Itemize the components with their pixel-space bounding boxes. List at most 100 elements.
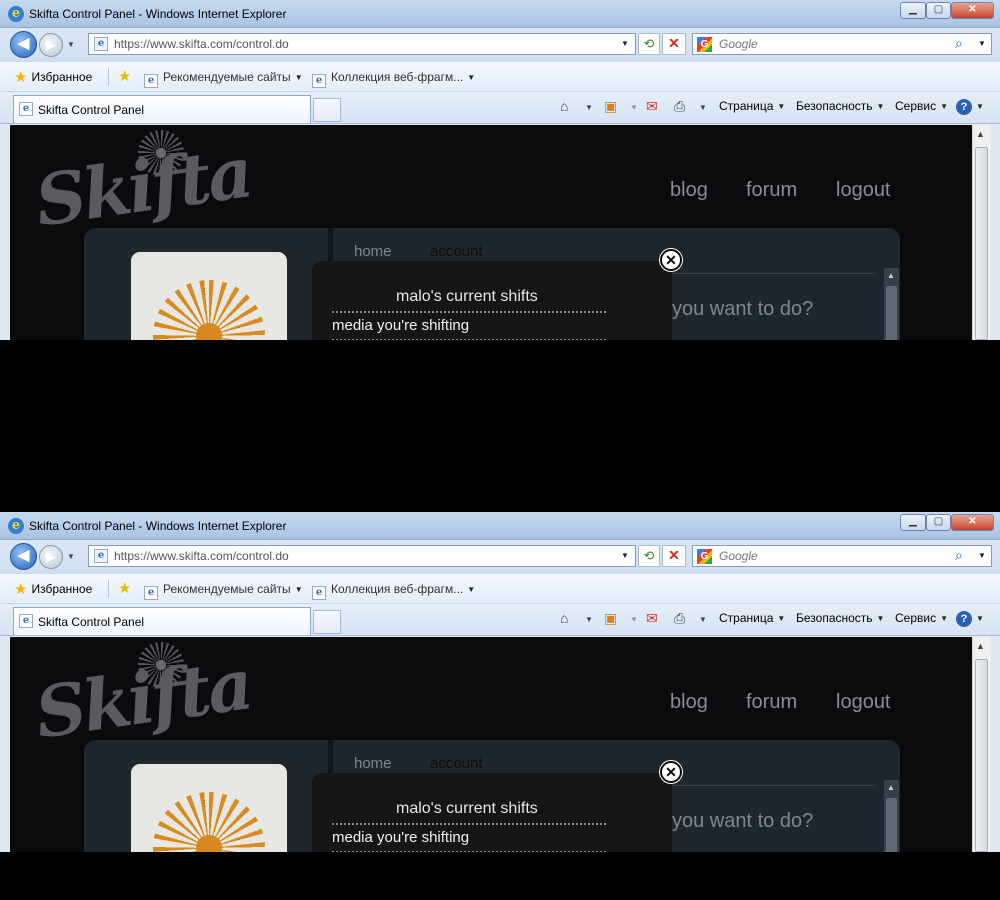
tab-skifta-control-panel[interactable]: e Skifta Control Panel bbox=[13, 95, 311, 123]
refresh-button[interactable]: ⟲ bbox=[638, 33, 660, 55]
feeds-chevron-down-icon[interactable]: ▼ bbox=[630, 103, 638, 112]
current-shifts-popup: malo's current shifts media you're shift… bbox=[312, 261, 672, 340]
web-slices-link[interactable]: e Коллекция веб-фрагм... ▼ bbox=[312, 70, 475, 88]
forward-button[interactable]: ▶ bbox=[39, 33, 63, 57]
search-input[interactable]: Google bbox=[719, 37, 758, 51]
safety-menu[interactable]: Безопасность ▼ bbox=[796, 99, 884, 113]
scroll-thumb[interactable] bbox=[975, 147, 988, 340]
popup-list-item[interactable]: media you're shifting bbox=[332, 317, 469, 334]
avatar[interactable] bbox=[131, 764, 287, 852]
nav-forum-link[interactable]: forum bbox=[746, 179, 797, 202]
print-icon[interactable]: ⎙ bbox=[674, 98, 685, 115]
feeds-chevron-down-icon[interactable]: ▼ bbox=[630, 615, 638, 624]
tools-menu[interactable]: Сервис ▼ bbox=[895, 611, 948, 625]
minimize-button[interactable]: ▁ bbox=[900, 514, 926, 531]
scroll-up-icon[interactable]: ▲ bbox=[887, 271, 895, 280]
close-window-button[interactable]: ✕ bbox=[951, 514, 994, 531]
panel-scrollbar[interactable]: ▲ bbox=[884, 268, 899, 340]
web-slices-label: Коллекция веб-фрагм... bbox=[331, 582, 464, 596]
address-input[interactable]: https://www.skifta.com/control.do bbox=[114, 37, 289, 51]
nav-logout-link[interactable]: logout bbox=[836, 691, 891, 714]
stop-button[interactable]: ✕ bbox=[662, 33, 686, 55]
recent-pages-chevron-down-icon[interactable]: ▼ bbox=[67, 552, 75, 561]
search-options-chevron-down-icon[interactable]: ▼ bbox=[978, 551, 986, 560]
address-bar[interactable]: e https://www.skifta.com/control.do ▼ bbox=[88, 545, 636, 567]
refresh-button[interactable]: ⟲ bbox=[638, 545, 660, 567]
tab-home[interactable]: home bbox=[354, 755, 392, 772]
recent-pages-chevron-down-icon[interactable]: ▼ bbox=[67, 40, 75, 49]
recommended-sites-link[interactable]: e Рекомендуемые сайты ▼ bbox=[144, 70, 303, 88]
mail-icon[interactable]: ✉ bbox=[646, 98, 658, 115]
nav-forum-link[interactable]: forum bbox=[746, 691, 797, 714]
page-scrollbar[interactable]: ▲ bbox=[972, 125, 990, 340]
web-slices-link[interactable]: e Коллекция веб-фрагм... ▼ bbox=[312, 582, 475, 600]
scroll-thumb[interactable] bbox=[886, 286, 897, 340]
popup-list-item[interactable]: media you're shifting bbox=[332, 829, 469, 846]
tab-skifta-control-panel[interactable]: e Skifta Control Panel bbox=[13, 607, 311, 635]
home-icon[interactable]: ⌂ bbox=[560, 610, 568, 626]
address-history-chevron-down-icon[interactable]: ▼ bbox=[621, 551, 629, 560]
print-chevron-down-icon[interactable]: ▼ bbox=[699, 615, 707, 624]
recommended-sites-link[interactable]: e Рекомендуемые сайты ▼ bbox=[144, 582, 303, 600]
safety-menu[interactable]: Безопасность ▼ bbox=[796, 611, 884, 625]
search-box[interactable]: G Google ⌕ ▼ bbox=[692, 545, 992, 567]
home-icon[interactable]: ⌂ bbox=[560, 98, 568, 114]
popup-close-button[interactable]: ✕ bbox=[660, 761, 682, 783]
prompt-heading: you want to do? bbox=[672, 810, 814, 832]
home-chevron-down-icon[interactable]: ▼ bbox=[585, 615, 593, 624]
forward-button[interactable]: ▶ bbox=[39, 545, 63, 569]
tab-home[interactable]: home bbox=[354, 243, 392, 260]
print-icon[interactable]: ⎙ bbox=[674, 610, 685, 627]
mail-icon[interactable]: ✉ bbox=[646, 610, 658, 627]
add-to-favorites-star-icon[interactable]: ★ bbox=[118, 67, 131, 85]
maximize-button[interactable]: ▢ bbox=[926, 2, 951, 19]
home-chevron-down-icon[interactable]: ▼ bbox=[585, 103, 593, 112]
new-tab-button[interactable] bbox=[313, 98, 341, 122]
favorites-label: Избранное bbox=[31, 70, 93, 84]
close-window-button[interactable]: ✕ bbox=[951, 2, 994, 19]
print-chevron-down-icon[interactable]: ▼ bbox=[699, 103, 707, 112]
search-icon[interactable]: ⌕ bbox=[955, 547, 963, 564]
scroll-thumb[interactable] bbox=[886, 798, 897, 852]
tab-account[interactable]: account bbox=[430, 755, 483, 772]
popup-close-button[interactable]: ✕ bbox=[660, 249, 682, 271]
search-icon[interactable]: ⌕ bbox=[955, 35, 963, 52]
address-input[interactable]: https://www.skifta.com/control.do bbox=[114, 549, 289, 563]
scroll-up-icon[interactable]: ▲ bbox=[976, 641, 985, 651]
skifta-logo[interactable]: Skifta bbox=[30, 642, 255, 754]
nav-logout-link[interactable]: logout bbox=[836, 179, 891, 202]
favorites-button[interactable]: ★ Избранное bbox=[14, 68, 92, 86]
search-input[interactable]: Google bbox=[719, 549, 758, 563]
back-button[interactable]: ◀ bbox=[10, 31, 37, 58]
tools-menu[interactable]: Сервис ▼ bbox=[895, 99, 948, 113]
web-content: Skifta blog forum logout home account yo… bbox=[10, 637, 972, 852]
black-footer bbox=[0, 852, 1000, 900]
new-tab-button[interactable] bbox=[313, 610, 341, 634]
scroll-thumb[interactable] bbox=[975, 659, 988, 852]
tab-account[interactable]: account bbox=[430, 243, 483, 260]
add-to-favorites-star-icon[interactable]: ★ bbox=[118, 579, 131, 597]
feeds-icon[interactable]: ▣ bbox=[604, 610, 617, 627]
help-menu[interactable]: ? ▼ bbox=[956, 99, 984, 115]
favorites-button[interactable]: ★ Избранное bbox=[14, 580, 92, 598]
address-history-chevron-down-icon[interactable]: ▼ bbox=[621, 39, 629, 48]
avatar[interactable] bbox=[131, 252, 287, 340]
page-scrollbar[interactable]: ▲ bbox=[972, 637, 990, 852]
scroll-up-icon[interactable]: ▲ bbox=[976, 129, 985, 139]
skifta-logo[interactable]: Skifta bbox=[30, 130, 255, 242]
nav-blog-link[interactable]: blog bbox=[670, 691, 708, 714]
maximize-button[interactable]: ▢ bbox=[926, 514, 951, 531]
minimize-button[interactable]: ▁ bbox=[900, 2, 926, 19]
stop-button[interactable]: ✕ bbox=[662, 545, 686, 567]
scroll-up-icon[interactable]: ▲ bbox=[887, 783, 895, 792]
feeds-icon[interactable]: ▣ bbox=[604, 98, 617, 115]
nav-blog-link[interactable]: blog bbox=[670, 179, 708, 202]
help-menu[interactable]: ? ▼ bbox=[956, 611, 984, 627]
page-menu[interactable]: Страница ▼ bbox=[719, 611, 785, 625]
back-button[interactable]: ◀ bbox=[10, 543, 37, 570]
page-menu[interactable]: Страница ▼ bbox=[719, 99, 785, 113]
panel-scrollbar[interactable]: ▲ bbox=[884, 780, 899, 852]
address-bar[interactable]: e https://www.skifta.com/control.do ▼ bbox=[88, 33, 636, 55]
search-box[interactable]: G Google ⌕ ▼ bbox=[692, 33, 992, 55]
search-options-chevron-down-icon[interactable]: ▼ bbox=[978, 39, 986, 48]
